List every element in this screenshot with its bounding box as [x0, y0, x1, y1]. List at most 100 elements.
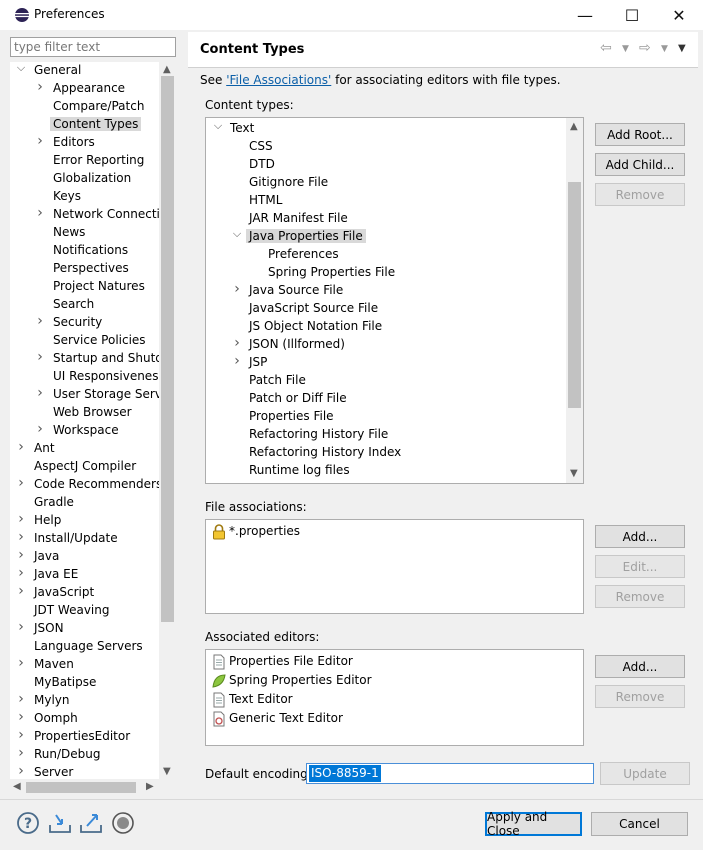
tree-item[interactable]: Oomph	[34, 709, 78, 727]
minimize-button[interactable]: —	[562, 0, 608, 30]
tree-item[interactable]: Run/Debug	[34, 745, 101, 763]
default-encoding-input[interactable]: ISO-8859-1	[306, 763, 594, 784]
remove-association-button[interactable]: Remove	[595, 585, 685, 608]
file-association-item[interactable]: *.properties	[212, 522, 300, 541]
content-type-item[interactable]: Patch or Diff File	[249, 389, 347, 407]
scroll-up-icon[interactable]: ▲	[570, 121, 578, 132]
chevron-right-icon[interactable]: ›	[16, 511, 26, 529]
add-association-button[interactable]: Add...	[595, 525, 685, 548]
content-type-item[interactable]: Text	[230, 119, 254, 137]
tree-item[interactable]: JSON	[34, 619, 64, 637]
chevron-down-icon[interactable]: ⌵	[213, 119, 223, 137]
chevron-right-icon[interactable]: ›	[16, 547, 26, 565]
editor-item[interactable]: Properties File Editor	[212, 652, 353, 671]
scroll-down-icon[interactable]: ▼	[163, 766, 171, 777]
scroll-right-icon[interactable]: ▶	[146, 781, 154, 792]
chevron-right-icon[interactable]: ›	[35, 385, 45, 403]
tree-item[interactable]: JDT Weaving	[34, 601, 109, 619]
chevron-right-icon[interactable]: ›	[35, 313, 45, 331]
tree-item[interactable]: Server	[34, 763, 73, 779]
content-type-item[interactable]: JAR Manifest File	[249, 209, 348, 227]
editor-item[interactable]: Text Editor	[212, 690, 293, 709]
chevron-right-icon[interactable]: ›	[16, 727, 26, 745]
tree-item[interactable]: JavaScript	[34, 583, 94, 601]
help-icon[interactable]: ?	[16, 811, 40, 835]
remove-content-type-button[interactable]: Remove	[595, 183, 685, 206]
apply-and-close-button[interactable]: Apply and Close	[485, 810, 582, 838]
tree-item[interactable]: Help	[34, 511, 61, 529]
chevron-right-icon[interactable]: ›	[16, 691, 26, 709]
tree-item[interactable]: AspectJ Compiler	[34, 457, 136, 475]
back-menu-icon[interactable]: ▼	[622, 44, 629, 54]
content-types-scroll-thumb[interactable]	[568, 182, 581, 408]
tree-item[interactable]: Ant	[34, 439, 55, 457]
tree-item[interactable]: Appearance	[53, 79, 125, 97]
content-type-item[interactable]: JSON (Illformed)	[249, 335, 345, 353]
tree-item[interactable]: News	[53, 223, 85, 241]
record-icon[interactable]	[111, 811, 135, 835]
content-type-item[interactable]: Gitignore File	[249, 173, 328, 191]
tree-item[interactable]: Web Browser	[53, 403, 132, 421]
tree-item[interactable]: Network Connections	[53, 205, 175, 223]
tree-item[interactable]: Project Natures	[53, 277, 145, 295]
tree-item[interactable]: Keys	[53, 187, 81, 205]
tree-item[interactable]: Code Recommenders	[34, 475, 162, 493]
chevron-down-icon[interactable]: ⌵	[16, 62, 26, 79]
editor-item[interactable]: Generic Text Editor	[212, 709, 343, 728]
tree-item[interactable]: Compare/Patch	[53, 97, 144, 115]
content-type-item[interactable]: JS Object Notation File	[249, 317, 382, 335]
back-icon[interactable]: ⇦	[600, 40, 612, 56]
content-type-item[interactable]: Java Properties File	[246, 227, 366, 245]
chevron-right-icon[interactable]: ›	[16, 709, 26, 727]
content-type-item[interactable]: DTD	[249, 155, 275, 173]
chevron-right-icon[interactable]: ›	[16, 763, 26, 779]
export-icon[interactable]	[79, 811, 103, 835]
close-button[interactable]: ✕	[656, 0, 702, 30]
import-icon[interactable]	[48, 811, 72, 835]
content-type-item[interactable]: Patch File	[249, 371, 306, 389]
tree-horizontal-scroll-thumb[interactable]	[26, 782, 136, 793]
chevron-right-icon[interactable]: ›	[232, 353, 242, 371]
chevron-right-icon[interactable]: ›	[16, 475, 26, 493]
chevron-right-icon[interactable]: ›	[16, 619, 26, 637]
chevron-right-icon[interactable]: ›	[35, 79, 45, 97]
scroll-left-icon[interactable]: ◀	[13, 781, 21, 792]
tree-item[interactable]: General	[34, 62, 81, 79]
maximize-button[interactable]: ☐	[609, 0, 655, 30]
tree-item[interactable]: Error Reporting	[53, 151, 144, 169]
view-menu-icon[interactable]: ▼	[678, 43, 686, 54]
chevron-right-icon[interactable]: ›	[16, 439, 26, 457]
content-type-item[interactable]: Properties File	[249, 407, 334, 425]
edit-association-button[interactable]: Edit...	[595, 555, 685, 578]
tree-item[interactable]: Java	[34, 547, 59, 565]
forward-menu-icon[interactable]: ▼	[661, 44, 668, 54]
cancel-button[interactable]: Cancel	[591, 812, 688, 836]
chevron-right-icon[interactable]: ›	[16, 565, 26, 583]
tree-item[interactable]: Workspace	[53, 421, 119, 439]
content-type-item[interactable]: Refactoring History Index	[249, 443, 401, 461]
tree-item[interactable]: Security	[53, 313, 102, 331]
content-type-item[interactable]: Spring Properties File	[268, 263, 395, 281]
tree-item[interactable]: Search	[53, 295, 94, 313]
tree-item[interactable]: Content Types	[50, 115, 142, 133]
chevron-right-icon[interactable]: ›	[35, 133, 45, 151]
filter-input[interactable]	[10, 37, 176, 57]
file-associations-link[interactable]: 'File Associations'	[226, 73, 331, 87]
content-type-item[interactable]: JSP	[249, 353, 267, 371]
editor-item[interactable]: Spring Properties Editor	[212, 671, 372, 690]
chevron-right-icon[interactable]: ›	[232, 281, 242, 299]
tree-item[interactable]: Service Policies	[53, 331, 146, 349]
content-type-item[interactable]: JavaScript Source File	[249, 299, 378, 317]
content-type-item[interactable]: Refactoring History File	[249, 425, 388, 443]
chevron-right-icon[interactable]: ›	[232, 335, 242, 353]
scroll-up-icon[interactable]: ▲	[163, 64, 171, 75]
tree-item[interactable]: Mylyn	[34, 691, 70, 709]
tree-item[interactable]: Java EE	[34, 565, 78, 583]
forward-icon[interactable]: ⇨	[639, 40, 651, 56]
add-root-button[interactable]: Add Root...	[595, 123, 685, 146]
tree-item[interactable]: Editors	[53, 133, 95, 151]
remove-editor-button[interactable]: Remove	[595, 685, 685, 708]
tree-item[interactable]: Notifications	[53, 241, 128, 259]
chevron-right-icon[interactable]: ›	[16, 745, 26, 763]
tree-item[interactable]: User Storage Service	[53, 385, 175, 403]
